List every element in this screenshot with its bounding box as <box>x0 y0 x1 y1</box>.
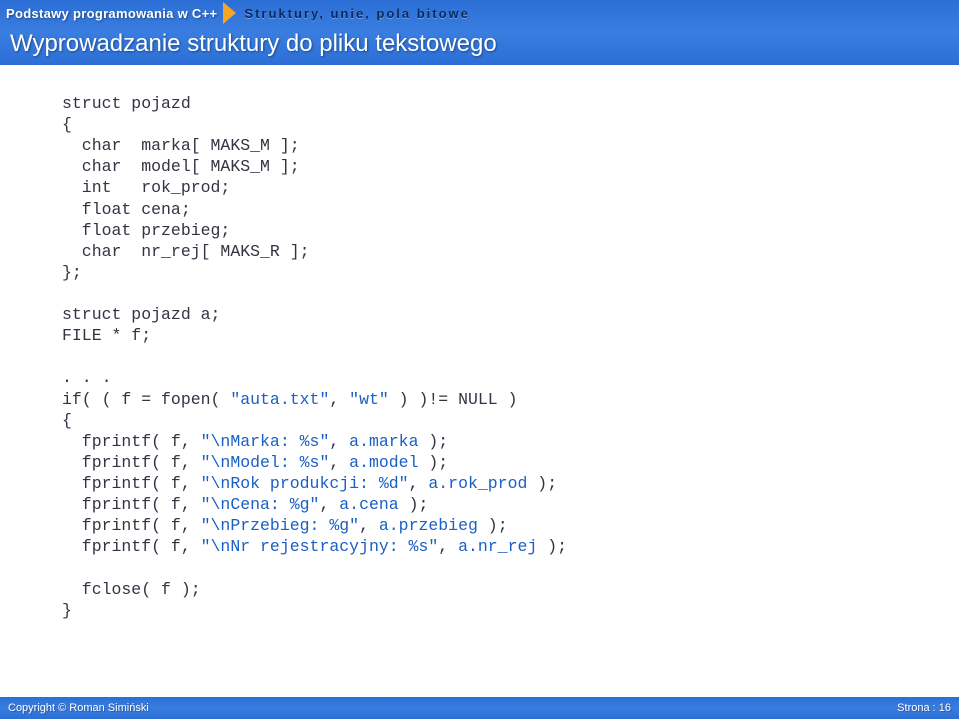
code-line: float przebieg; <box>62 221 230 240</box>
code-line: }; <box>62 263 82 282</box>
breadcrumb: Podstawy programowania w C++ Struktury, … <box>0 0 959 26</box>
code-line: } <box>62 601 72 620</box>
code-line: struct pojazd <box>62 94 191 113</box>
code-line: char model[ MAKS_M ]; <box>62 157 300 176</box>
code-line: FILE * f; <box>62 326 151 345</box>
code-line: fprintf( f, "\nModel: %s", a.model ); <box>62 453 448 472</box>
chevron-right-icon <box>223 2 236 24</box>
code-line: fprintf( f, "\nRok produkcji: %d", a.rok… <box>62 474 557 493</box>
page-title: Wyprowadzanie struktury do pliku tekstow… <box>0 26 959 58</box>
code-line: float cena; <box>62 200 191 219</box>
code-line: { <box>62 115 72 134</box>
code-line: fprintf( f, "\nMarka: %s", a.marka ); <box>62 432 448 451</box>
code-line: fprintf( f, "\nNr rejestracyjny: %s", a.… <box>62 537 567 556</box>
slide-footer: Copyright © Roman Simiński Strona : 16 <box>0 697 959 719</box>
code-line: fclose( f ); <box>62 580 201 599</box>
page-number: Strona : 16 <box>897 702 951 714</box>
code-block: struct pojazd { char marka[ MAKS_M ]; ch… <box>62 93 933 621</box>
code-line: fprintf( f, "\nCena: %g", a.cena ); <box>62 495 428 514</box>
copyright-text: Copyright © Roman Simiński <box>8 702 149 714</box>
code-line: char nr_rej[ MAKS_R ]; <box>62 242 310 261</box>
code-line: struct pojazd a; <box>62 305 220 324</box>
slide-content: struct pojazd { char marka[ MAKS_M ]; ch… <box>0 65 959 621</box>
code-line: { <box>62 411 72 430</box>
code-line: if( ( f = fopen( "auta.txt", "wt" ) )!= … <box>62 390 518 409</box>
code-line: int rok_prod; <box>62 178 230 197</box>
code-line: char marka[ MAKS_M ]; <box>62 136 300 155</box>
code-line: fprintf( f, "\nPrzebieg: %g", a.przebieg… <box>62 516 508 535</box>
breadcrumb-topic: Struktury, unie, pola bitowe <box>244 6 470 21</box>
code-line: . . . <box>62 368 112 387</box>
slide-header: Podstawy programowania w C++ Struktury, … <box>0 0 959 65</box>
breadcrumb-course: Podstawy programowania w C++ <box>6 6 217 21</box>
